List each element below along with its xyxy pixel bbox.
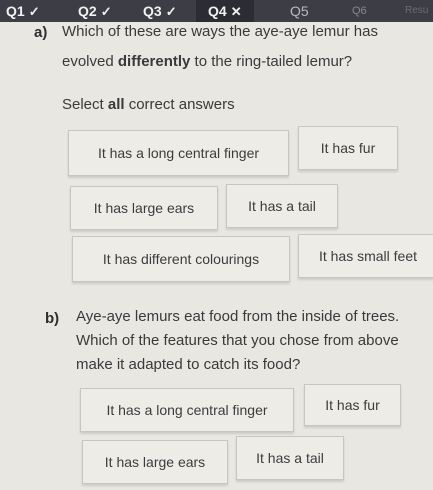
part-b-line2: Which of the features that you chose fro… [76, 332, 399, 349]
part-a-instruction: Select all correct answers [62, 96, 235, 113]
emphasis-all: all [107, 96, 125, 113]
tab-q4-label: Q4 [208, 3, 227, 19]
option-b-fur[interactable]: It has fur [304, 384, 401, 426]
tab-q1[interactable]: Q1 ✓ [6, 0, 40, 22]
question-tab-bar: Q1 ✓ Q2 ✓ Q3 ✓ Q4 ✕ Q5 Q6 Resu [0, 0, 433, 22]
check-icon: ✓ [165, 4, 177, 19]
part-a-question: Which of these are ways the aye-aye lemu… [62, 20, 378, 74]
tab-q6-label: Q6 [352, 5, 367, 17]
emphasis-differently: differently [117, 53, 191, 70]
tab-q5[interactable]: Q5 [290, 0, 309, 22]
tab-q2-label: Q2 [78, 3, 97, 19]
check-icon: ✓ [28, 4, 40, 19]
option-a-large-ears[interactable]: It has large ears [70, 186, 218, 230]
tab-q5-label: Q5 [290, 3, 309, 19]
tab-q3-label: Q3 [143, 3, 162, 19]
part-a-line2: evolved differently to the ring-tailed l… [62, 53, 353, 70]
part-a-label: a) [34, 24, 48, 41]
option-a-tail[interactable]: It has a tail [226, 184, 338, 228]
tab-q6[interactable]: Q6 [352, 0, 367, 22]
option-b-tail[interactable]: It has a tail [236, 436, 344, 480]
option-a-different-colourings[interactable]: It has different colourings [72, 236, 290, 282]
option-a-fur[interactable]: It has fur [298, 126, 398, 170]
part-b-question: Aye-aye lemurs eat food from the inside … [76, 305, 399, 377]
option-a-small-feet[interactable]: It has small feet [298, 234, 433, 278]
option-a-long-central-finger[interactable]: It has a long central finger [68, 130, 289, 176]
tab-results[interactable]: Resu [405, 0, 428, 22]
part-b-label: b) [45, 310, 60, 327]
part-b-line3: make it adapted to catch its food? [76, 356, 301, 373]
option-b-long-central-finger[interactable]: It has a long central finger [80, 388, 294, 432]
tab-q2[interactable]: Q2 ✓ [78, 0, 112, 22]
tab-q3[interactable]: Q3 ✓ [143, 0, 177, 22]
tab-results-label: Resu [405, 5, 429, 16]
check-icon: ✓ [100, 4, 112, 19]
tab-q4[interactable]: Q4 ✕ [196, 0, 254, 22]
option-b-large-ears[interactable]: It has large ears [82, 440, 228, 484]
cross-icon: ✕ [230, 4, 242, 19]
tab-q1-label: Q1 [6, 3, 25, 19]
part-b-line1: Aye-aye lemurs eat food from the inside … [76, 308, 400, 325]
part-a-line1: Which of these are ways the aye-aye lemu… [62, 23, 378, 40]
